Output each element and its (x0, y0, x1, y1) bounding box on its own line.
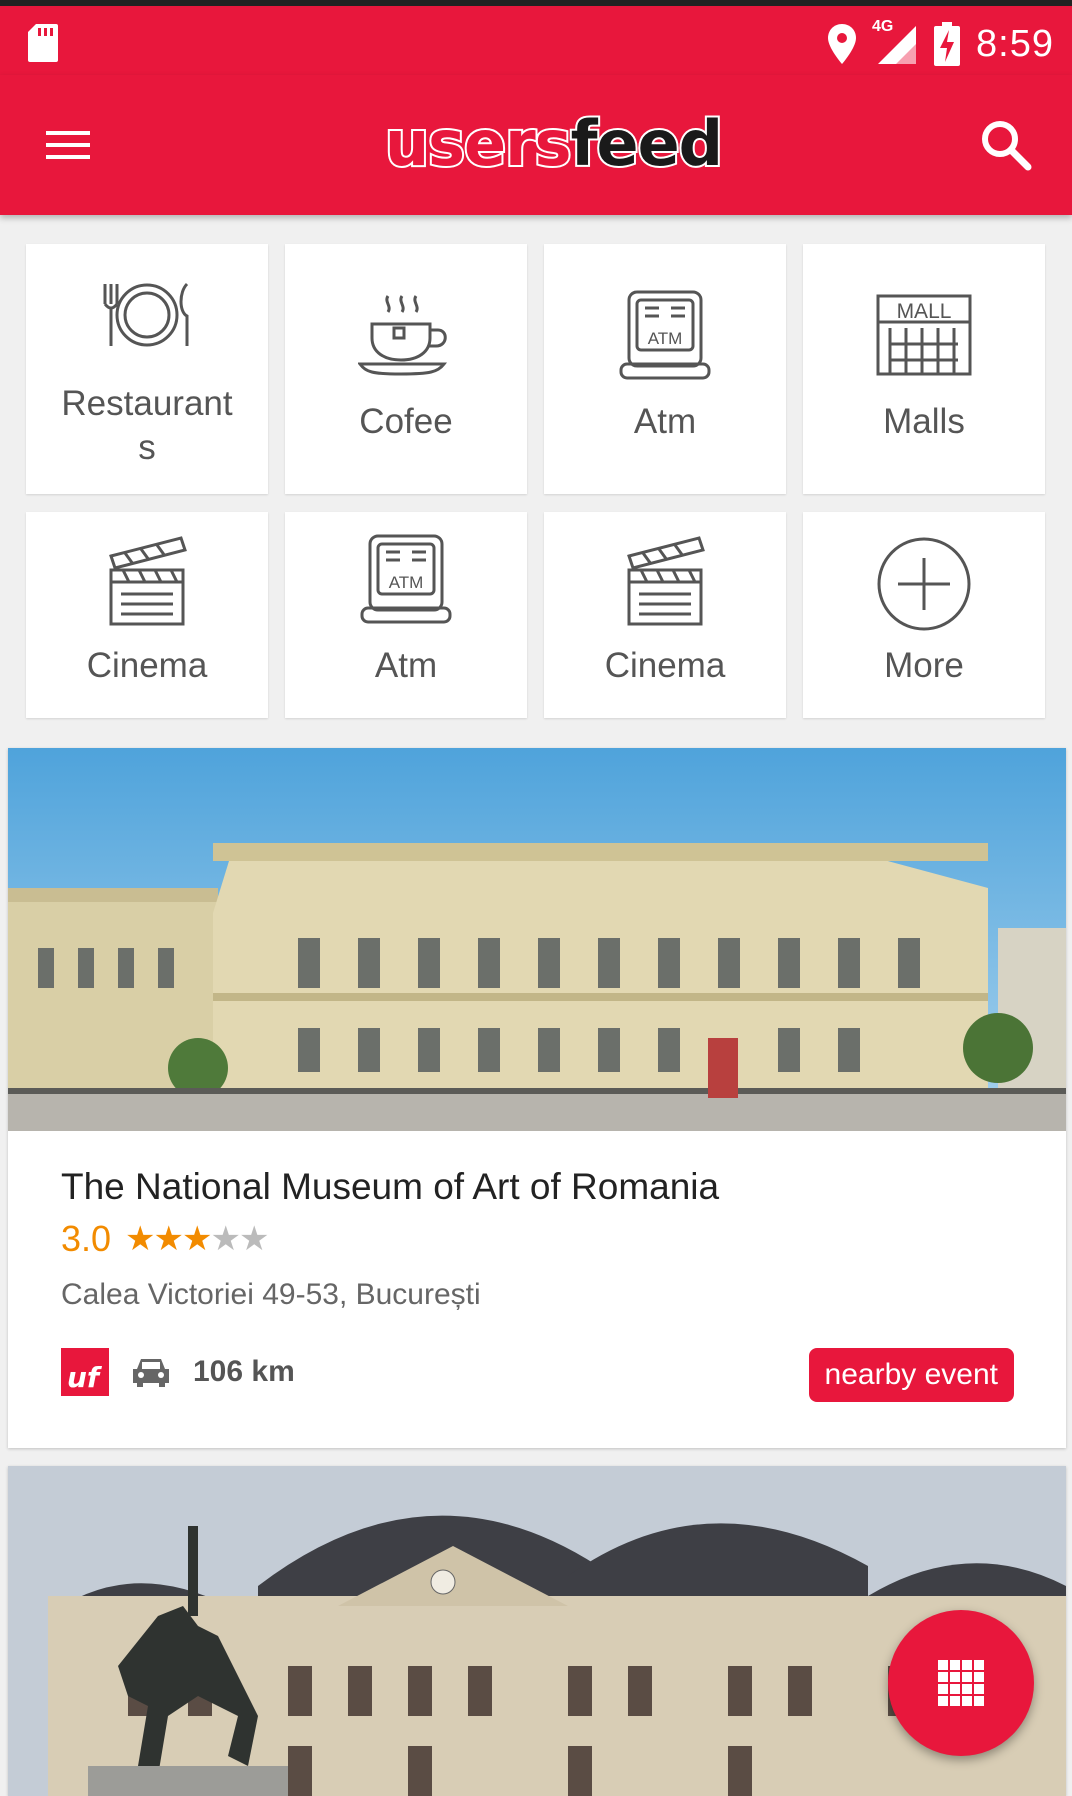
sd-card-icon (28, 24, 58, 62)
category-cinema[interactable]: Cinema (544, 512, 786, 718)
place-title[interactable]: The National Museum of Art of Romania (61, 1166, 719, 1208)
atm-icon-text: ATM (648, 329, 683, 348)
mall-icon: MALL (876, 294, 972, 376)
place-photo (8, 748, 1066, 1131)
logo-part-users: users (383, 105, 574, 182)
status-bar: 4G 8:59 (0, 0, 1072, 75)
rating-stars: ★★★★★ (125, 1219, 270, 1259)
coffee-icon (358, 295, 448, 376)
car-icon (133, 1359, 169, 1387)
atm-icon: ATM (619, 290, 711, 380)
usersfeed-source-logo: uf (61, 1348, 109, 1396)
category-label: Cinema (86, 646, 208, 685)
category-label: More (884, 646, 964, 685)
category-label: Atm (374, 646, 438, 685)
rating: 3.0 ★★★★★ (61, 1218, 270, 1260)
search-icon[interactable] (976, 115, 1036, 175)
categories-fab-button[interactable] (888, 1610, 1034, 1756)
category-cinema[interactable]: Cinema (26, 512, 268, 718)
add-circle-icon (877, 537, 971, 631)
category-label: Malls (883, 402, 965, 441)
category-malls[interactable]: MALL Malls (803, 244, 1045, 494)
signal-icon: 4G (872, 18, 918, 66)
category-restaurants[interactable]: Restaurant s (26, 244, 268, 494)
category-more[interactable]: More (803, 512, 1045, 718)
place-meta: uf 106 km (61, 1348, 295, 1396)
source-logo-text: uf (67, 1361, 100, 1394)
category-atm[interactable]: ATM Atm (544, 244, 786, 494)
place-card[interactable] (8, 1466, 1066, 1796)
clock: 8:59 (976, 22, 1054, 65)
mall-icon-text: MALL (897, 300, 952, 323)
place-card[interactable]: The National Museum of Art of Romania 3.… (8, 748, 1066, 1448)
category-atm[interactable]: ATM Atm (285, 512, 527, 718)
rating-value: 3.0 (61, 1218, 112, 1259)
category-label: Cinema (604, 646, 726, 685)
category-coffee[interactable]: Cofee (285, 244, 527, 494)
place-photo (8, 1466, 1066, 1796)
atm-icon-text: ATM (389, 573, 424, 592)
app-bar: usersfeed (0, 75, 1072, 215)
logo-part-feed: feed (569, 105, 725, 182)
atm-icon: ATM (360, 534, 452, 624)
grid-icon (938, 1660, 984, 1706)
star-filled-icon: ★ (125, 1220, 156, 1258)
place-address: Calea Victoriei 49-53, București (61, 1278, 481, 1311)
distance: 106 km (193, 1355, 295, 1388)
star-filled-icon: ★ (182, 1220, 213, 1258)
cinema-icon (627, 536, 705, 626)
category-label: Cofee (359, 402, 453, 441)
hamburger-menu-icon[interactable] (40, 121, 100, 169)
battery-charging-icon (934, 22, 961, 66)
star-empty-icon: ★ (210, 1220, 242, 1258)
nearby-event-badge[interactable]: nearby event (808, 1348, 1014, 1402)
cinema-icon (109, 536, 187, 626)
category-label: Atm (633, 402, 697, 441)
star-filled-icon: ★ (153, 1220, 185, 1258)
location-icon (828, 24, 857, 64)
star-empty-icon: ★ (238, 1220, 270, 1258)
app-logo: usersfeed (383, 105, 725, 182)
restaurant-icon (103, 282, 189, 347)
category-label: Restaurant s (61, 384, 233, 467)
